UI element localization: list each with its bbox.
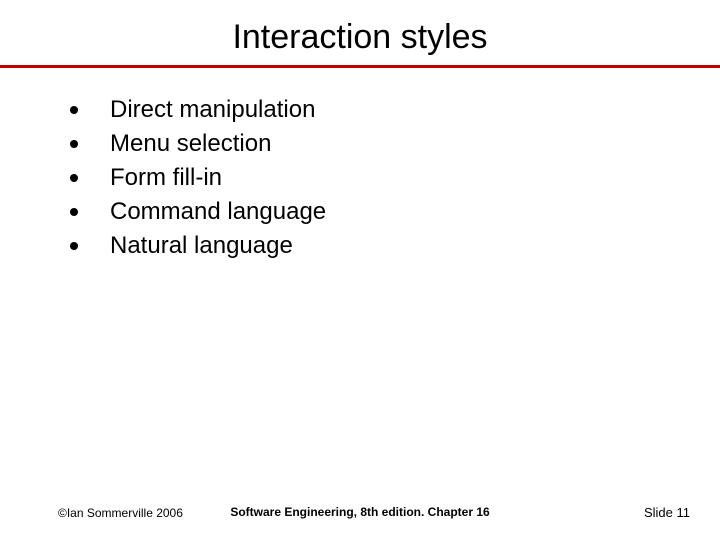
bullet-text: Direct manipulation [110,96,315,124]
bullet-icon [70,208,78,216]
list-item: Natural language [70,232,720,260]
bullet-list: Direct manipulation Menu selection Form … [70,96,720,260]
list-item: Form fill-in [70,164,720,192]
slide-title: Interaction styles [0,18,720,57]
footer-copyright: ©Ian Sommerville 2006 [58,506,183,520]
bullet-icon [70,174,78,182]
bullet-text: Menu selection [110,130,271,158]
bullet-text: Natural language [110,232,293,260]
list-item: Direct manipulation [70,96,720,124]
list-item: Command language [70,198,720,226]
content-area: Direct manipulation Menu selection Form … [0,68,720,260]
footer-book-info: Software Engineering, 8th edition. Chapt… [230,505,489,519]
bullet-text: Command language [110,198,326,226]
bullet-icon [70,242,78,250]
footer-slide-number: Slide 11 [644,505,690,520]
title-area: Interaction styles [0,0,720,65]
bullet-icon [70,140,78,148]
bullet-text: Form fill-in [110,164,222,192]
list-item: Menu selection [70,130,720,158]
bullet-icon [70,106,78,114]
footer: ©Ian Sommerville 2006 Software Engineeri… [0,505,720,520]
